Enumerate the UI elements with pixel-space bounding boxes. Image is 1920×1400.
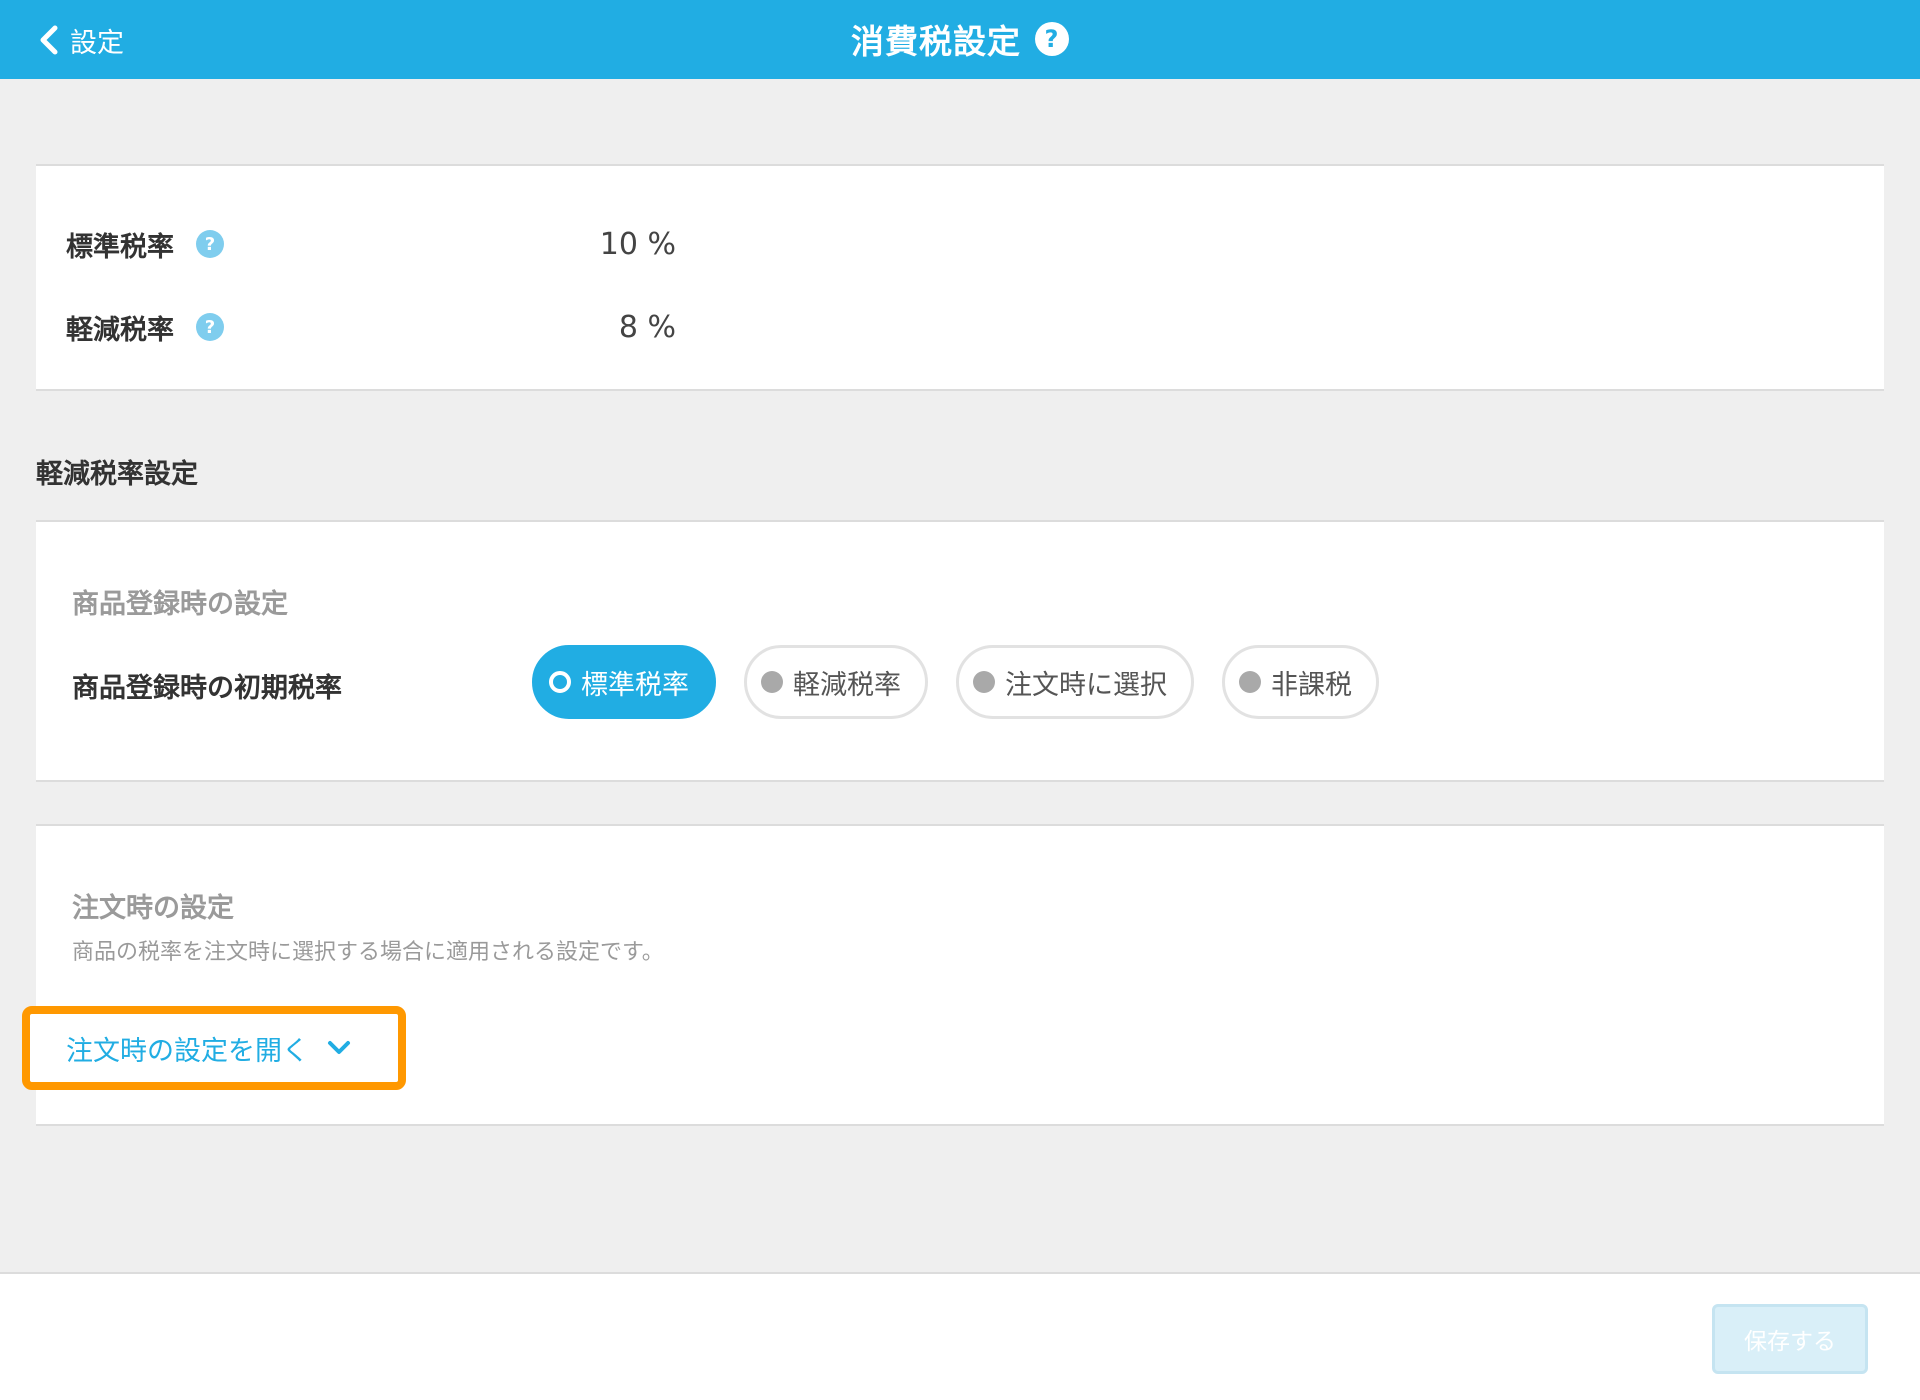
option-label: 非課税 (1271, 669, 1352, 701)
reduced-rate-value: 8 % (618, 309, 676, 345)
reduced-rate-row: 軽減税率 ? 8 % (66, 305, 676, 349)
open-order-settings-link[interactable]: 注文時の設定を開く (22, 1006, 406, 1090)
option-tax-exempt[interactable]: 非課税 (1222, 645, 1379, 719)
page-title: 消費税設定 (851, 22, 1021, 61)
footer-bar: 保存する (0, 1272, 1920, 1400)
question-circle-icon[interactable]: ? (1035, 22, 1069, 56)
radio-indicator (549, 671, 571, 693)
order-settings-description: 商品の税率を注文時に選択する場合に適用される設定です。 (72, 940, 664, 965)
option-standard-rate[interactable]: 標準税率 (532, 645, 716, 719)
product-registration-card: 商品登録時の設定 商品登録時の初期税率 標準税率 軽減税率 注文時に選択 非課税 (36, 520, 1884, 782)
option-reduced-rate[interactable]: 軽減税率 (744, 645, 928, 719)
radio-indicator (973, 671, 995, 693)
order-settings-card: 注文時の設定 商品の税率を注文時に選択する場合に適用される設定です。 注文時の設… (22, 824, 1884, 1126)
save-button[interactable]: 保存する (1712, 1304, 1868, 1374)
open-order-settings-label: 注文時の設定を開く (66, 1035, 309, 1067)
page-title-wrap: 消費税設定 ? (0, 16, 1920, 62)
standard-rate-value: 10 % (599, 226, 676, 262)
radio-indicator (761, 671, 783, 693)
standard-rate-row: 標準税率 ? 10 % (66, 222, 676, 266)
option-select-at-order[interactable]: 注文時に選択 (956, 645, 1194, 719)
section-heading: 軽減税率設定 (36, 459, 198, 490)
radio-indicator (1239, 671, 1261, 693)
product-registration-heading: 商品登録時の設定 (72, 589, 288, 620)
option-label: 軽減税率 (793, 669, 901, 701)
option-label: 注文時に選択 (1005, 669, 1167, 701)
reduced-rate-label: 軽減税率 (66, 314, 174, 346)
standard-rate-label: 標準税率 (66, 231, 174, 263)
tax-rates-card: 標準税率 ? 10 % 軽減税率 ? 8 % (36, 164, 1884, 391)
question-circle-icon[interactable]: ? (196, 230, 224, 258)
initial-tax-rate-label: 商品登録時の初期税率 (72, 673, 342, 704)
question-circle-icon[interactable]: ? (196, 313, 224, 341)
initial-tax-rate-options: 標準税率 軽減税率 注文時に選択 非課税 (532, 645, 1379, 719)
order-settings-heading: 注文時の設定 (72, 893, 234, 924)
chevron-down-icon (328, 1041, 350, 1054)
option-label: 標準税率 (581, 669, 689, 701)
app-header: 設定 消費税設定 ? (0, 0, 1920, 79)
